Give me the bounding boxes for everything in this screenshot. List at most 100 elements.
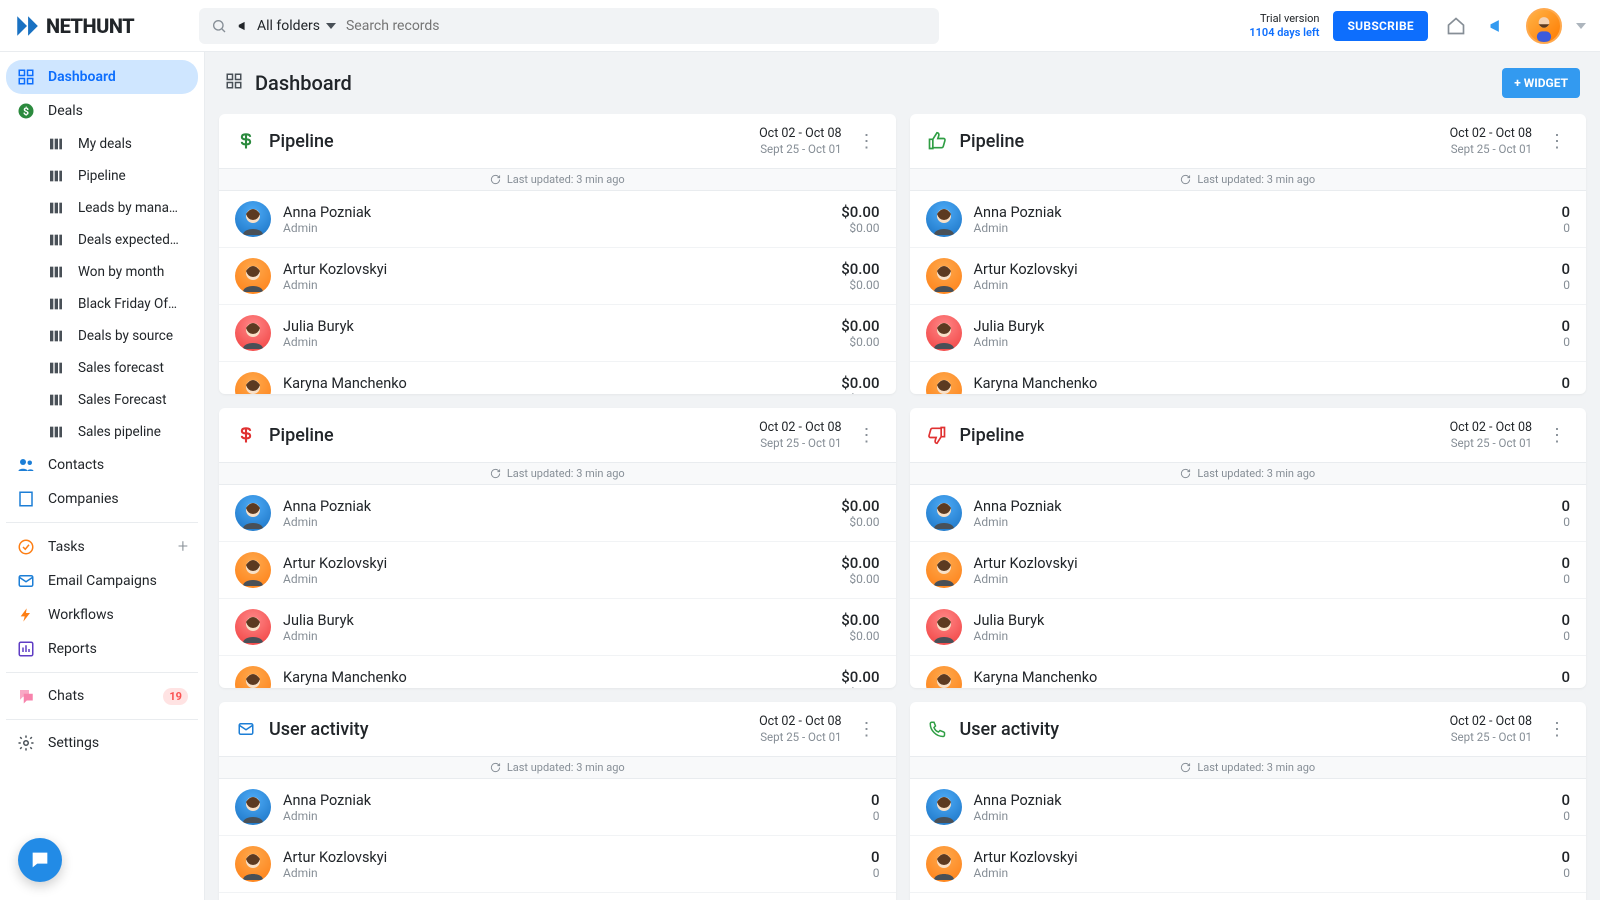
dollar-icon	[235, 424, 257, 446]
widget-row[interactable]: Julia BurykAdmin00	[910, 599, 1587, 656]
col-icon	[46, 358, 66, 378]
widget-row[interactable]: Karyna ManchenkoAdmin$0.00$0.00	[219, 656, 896, 688]
brand-text: NETHUNT	[46, 14, 134, 38]
sidebar-item-label: Sales Forecast	[78, 392, 188, 408]
widget-menu-button[interactable]: ⋮	[1544, 425, 1570, 446]
sidebar-item-black-friday-of-[interactable]: Black Friday Of…	[6, 288, 198, 320]
person-name: Anna Pozniak	[283, 204, 371, 221]
folder-selector[interactable]: All folders	[237, 18, 336, 34]
announce-icon[interactable]	[1484, 12, 1512, 40]
widget-menu-button[interactable]: ⋮	[854, 425, 880, 446]
row-subvalue: 0	[1561, 686, 1570, 688]
person-role: Admin	[974, 515, 1062, 529]
brand-logo[interactable]: NETHUNT	[14, 13, 189, 39]
sidebar-item-deals[interactable]: $Deals	[6, 94, 198, 128]
widget-row[interactable]: Artur KozlovskyiAdmin00	[910, 542, 1587, 599]
row-subvalue: $0.00	[841, 392, 879, 394]
person-role: Admin	[974, 866, 1078, 880]
refresh-icon	[490, 468, 501, 479]
sidebar-item-dashboard[interactable]: Dashboard	[6, 60, 198, 94]
sidebar-item-pipeline[interactable]: Pipeline	[6, 160, 198, 192]
sidebar-item-label: Chats	[48, 688, 151, 704]
widget-menu-button[interactable]: ⋮	[1544, 719, 1570, 740]
widget-row[interactable]: Anna PozniakAdmin$0.00$0.00	[219, 485, 896, 542]
refresh-icon	[490, 174, 501, 185]
widget-row[interactable]: Anna PozniakAdmin$0.00$0.00	[219, 191, 896, 248]
help-chat-button[interactable]	[18, 838, 62, 882]
folder-label: All folders	[257, 18, 320, 34]
page-header: Dashboard + WIDGET	[205, 52, 1600, 114]
user-avatar[interactable]	[1526, 8, 1562, 44]
chevron-down-icon	[326, 21, 336, 31]
widget-row[interactable]: Artur KozlovskyiAdmin00	[910, 836, 1587, 893]
sidebar-item-leads-by-mana-[interactable]: Leads by mana…	[6, 192, 198, 224]
sidebar-item-label: Pipeline	[78, 168, 188, 184]
widget-row[interactable]: Artur KozlovskyiAdmin$0.00$0.00	[219, 248, 896, 305]
sidebar-item-sales-forecast[interactable]: Sales Forecast	[6, 384, 198, 416]
check-icon	[16, 537, 36, 557]
add-widget-button[interactable]: + WIDGET	[1502, 68, 1580, 98]
sidebar-item-label: Tasks	[48, 539, 166, 555]
widget-row[interactable]: Artur KozlovskyiAdmin$0.00$0.00	[219, 542, 896, 599]
widget-row[interactable]: Karyna ManchenkoAdmin00	[910, 362, 1587, 394]
widget-row[interactable]: Julia BurykAdmin00	[910, 305, 1587, 362]
sidebar: Dashboard$DealsMy deals Pipeline Leads by …	[0, 52, 205, 900]
dollar-icon: $	[16, 101, 36, 121]
widget-row[interactable]: Anna PozniakAdmin00	[910, 779, 1587, 836]
widget-row[interactable]: Julia BurykAdmin$0.00$0.00	[219, 599, 896, 656]
sidebar-item-won-by-month[interactable]: Won by month	[6, 256, 198, 288]
subscribe-button[interactable]: SUBSCRIBE	[1333, 11, 1428, 41]
sidebar-item-my-deals[interactable]: My deals	[6, 128, 198, 160]
sidebar-item-deals-by-source[interactable]: Deals by source	[6, 320, 198, 352]
person-name: Artur Kozlovskyi	[974, 849, 1078, 866]
sidebar-item-companies[interactable]: Companies	[6, 482, 198, 516]
widget-row[interactable]: Julia BurykAdmin00	[910, 893, 1587, 900]
widget-row[interactable]: Artur KozlovskyiAdmin00	[910, 248, 1587, 305]
row-subvalue: 0	[871, 809, 880, 823]
sidebar-item-sales-forecast[interactable]: Sales forecast	[6, 352, 198, 384]
widget-row[interactable]: Julia BurykAdmin00	[219, 893, 896, 900]
widget-title: User activity	[960, 719, 1060, 740]
avatar	[926, 666, 962, 688]
sidebar-item-label: Deals expected…	[78, 232, 188, 248]
sidebar-item-deals-expected-[interactable]: Deals expected…	[6, 224, 198, 256]
sidebar-item-contacts[interactable]: Contacts	[6, 448, 198, 482]
sidebar-item-workflows[interactable]: Workflows	[6, 598, 198, 632]
sidebar-item-sales-pipeline[interactable]: Sales pipeline	[6, 416, 198, 448]
widget-row[interactable]: Karyna ManchenkoAdmin$0.00$0.00	[219, 362, 896, 394]
widget-row[interactable]: Artur KozlovskyiAdmin00	[219, 836, 896, 893]
person-role: Admin	[283, 866, 387, 880]
sidebar-item-label: Companies	[48, 491, 188, 507]
person-name: Anna Pozniak	[283, 498, 371, 515]
refresh-icon	[490, 762, 501, 773]
person-role: Admin	[283, 221, 371, 235]
sidebar-item-tasks[interactable]: Tasks +	[6, 529, 198, 564]
widget-row[interactable]: Karyna ManchenkoAdmin00	[910, 656, 1587, 688]
row-subvalue: 0	[1561, 572, 1570, 586]
search-input[interactable]	[346, 18, 927, 34]
widget-row[interactable]: Anna PozniakAdmin00	[219, 779, 896, 836]
widget-row[interactable]: Anna PozniakAdmin00	[910, 191, 1587, 248]
widget-date-range: Oct 02 - Oct 08Sept 25 - Oct 01	[1450, 714, 1532, 744]
home-icon[interactable]	[1442, 12, 1470, 40]
sidebar-item-email-campaigns[interactable]: Email Campaigns	[6, 564, 198, 598]
sidebar-item-settings[interactable]: Settings	[6, 726, 198, 760]
user-menu-chevron-icon[interactable]	[1576, 21, 1586, 31]
widget-row[interactable]: Anna PozniakAdmin00	[910, 485, 1587, 542]
sidebar-item-reports[interactable]: Reports	[6, 632, 198, 666]
add-icon[interactable]: +	[178, 536, 188, 557]
widget-menu-button[interactable]: ⋮	[854, 719, 880, 740]
row-subvalue: $0.00	[841, 278, 879, 292]
phone-icon	[926, 718, 948, 740]
widget-menu-button[interactable]: ⋮	[1544, 131, 1570, 152]
thumbs-up-icon	[926, 130, 948, 152]
avatar	[235, 609, 271, 645]
widget-card: User activity Oct 02 - Oct 08Sept 25 - Oc…	[910, 702, 1587, 900]
sidebar-item-chats[interactable]: Chats19	[6, 679, 198, 713]
widget-updated-label: Last updated: 3 min ago	[910, 756, 1587, 779]
dashboard-icon	[225, 72, 243, 94]
widget-row[interactable]: Julia BurykAdmin$0.00$0.00	[219, 305, 896, 362]
widget-grid: PipelineOct 02 - Oct 08Sept 25 - Oct 01⋮…	[205, 114, 1600, 900]
widget-menu-button[interactable]: ⋮	[854, 131, 880, 152]
person-role: Admin	[974, 686, 1098, 689]
